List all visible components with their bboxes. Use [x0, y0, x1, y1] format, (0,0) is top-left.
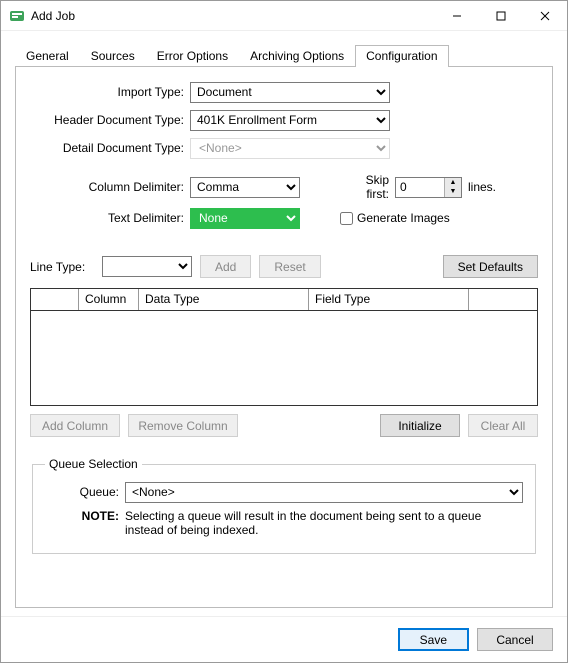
generate-images-label: Generate Images [357, 211, 450, 225]
columns-table: Column Data Type Field Type [30, 288, 538, 406]
minimize-button[interactable] [435, 1, 479, 31]
add-button: Add [200, 255, 251, 278]
header-doc-type-select[interactable]: 401K Enrollment Form [190, 110, 390, 131]
queue-selection-legend: Queue Selection [45, 457, 142, 471]
queue-selection-group: Queue Selection Queue: <None> NOTE: Sele… [32, 457, 536, 554]
window-title: Add Job [31, 9, 75, 23]
generate-images-input[interactable] [340, 212, 353, 225]
col-header-field-type[interactable]: Field Type [309, 289, 469, 310]
app-icon [9, 8, 25, 24]
import-type-select[interactable]: Document [190, 82, 390, 103]
detail-doc-type-label: Detail Document Type: [30, 141, 190, 155]
initialize-button[interactable]: Initialize [380, 414, 460, 437]
header-doc-type-label: Header Document Type: [30, 113, 190, 127]
text-delimiter-label: Text Delimiter: [30, 211, 190, 225]
col-header-column[interactable]: Column [79, 289, 139, 310]
window: Add Job General Sources Error Options Ar… [0, 0, 568, 663]
skip-first-suffix: lines. [462, 180, 496, 194]
add-column-button: Add Column [30, 414, 120, 437]
content: General Sources Error Options Archiving … [1, 31, 567, 616]
skip-first-up[interactable]: ▲ [445, 178, 461, 188]
titlebar: Add Job [1, 1, 567, 31]
col-header-blank[interactable] [31, 289, 79, 310]
import-type-label: Import Type: [30, 85, 190, 99]
generate-images-checkbox[interactable]: Generate Images [340, 211, 450, 225]
col-header-trailing[interactable] [469, 289, 537, 310]
column-delimiter-select[interactable]: Comma [190, 177, 300, 198]
skip-first-input[interactable] [396, 178, 444, 197]
col-header-data-type[interactable]: Data Type [139, 289, 309, 310]
dialog-footer: Save Cancel [1, 616, 567, 662]
tab-archiving-options[interactable]: Archiving Options [239, 45, 355, 67]
skip-first-label: Skip first: [340, 173, 395, 201]
remove-column-button: Remove Column [128, 414, 238, 437]
maximize-button[interactable] [479, 1, 523, 31]
line-type-label: Line Type: [30, 260, 102, 274]
queue-select[interactable]: <None> [125, 482, 523, 503]
column-delimiter-label: Column Delimiter: [30, 180, 190, 194]
tab-error-options[interactable]: Error Options [146, 45, 239, 67]
reset-button: Reset [259, 255, 320, 278]
text-delimiter-select[interactable]: None [190, 208, 300, 229]
configuration-panel: Import Type: Document Header Document Ty… [15, 67, 553, 608]
queue-note-text: Selecting a queue will result in the doc… [125, 509, 523, 537]
detail-doc-type-select: <None> [190, 138, 390, 159]
line-type-select[interactable] [102, 256, 192, 277]
columns-table-header: Column Data Type Field Type [31, 289, 537, 311]
tab-general[interactable]: General [15, 45, 80, 67]
tab-configuration[interactable]: Configuration [355, 45, 448, 67]
tab-sources[interactable]: Sources [80, 45, 146, 67]
clear-all-button: Clear All [468, 414, 538, 437]
cancel-button[interactable]: Cancel [477, 628, 553, 651]
queue-note-label: NOTE: [45, 509, 125, 523]
queue-label: Queue: [45, 485, 125, 499]
set-defaults-button[interactable]: Set Defaults [443, 255, 538, 278]
tabs: General Sources Error Options Archiving … [15, 43, 553, 67]
skip-first-down[interactable]: ▼ [445, 187, 461, 197]
save-button[interactable]: Save [398, 628, 469, 651]
skip-first-spinner[interactable]: ▲ ▼ [395, 177, 462, 198]
close-button[interactable] [523, 1, 567, 31]
